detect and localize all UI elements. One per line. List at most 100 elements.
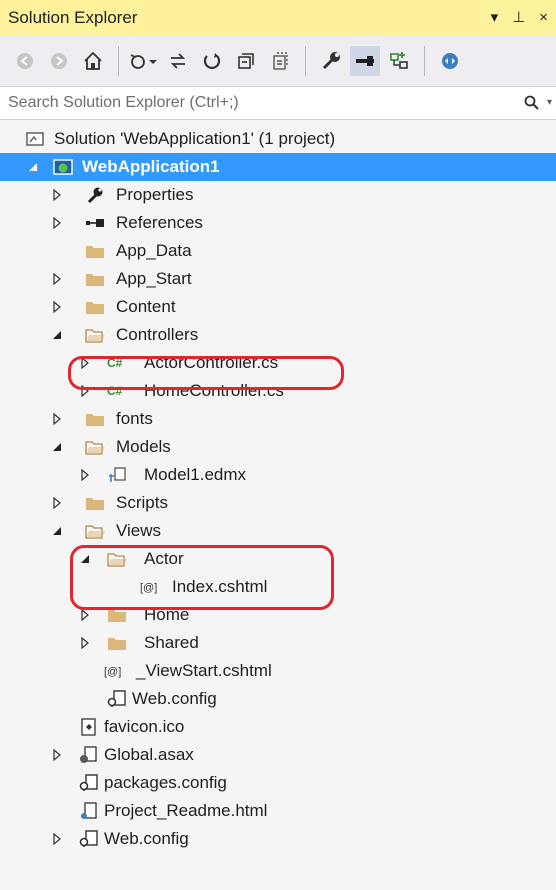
expand-arrow-icon[interactable] bbox=[78, 356, 92, 370]
tree-item-solution[interactable]: Solution 'WebApplication1' (1 project) bbox=[0, 125, 556, 153]
tree-item-label: App_Start bbox=[116, 269, 192, 288]
csharp-file-icon: C# bbox=[106, 381, 128, 401]
expand-arrow-icon[interactable] bbox=[78, 384, 92, 398]
tree-item-actor-controller[interactable]: C# ActorController.cs bbox=[0, 349, 556, 377]
tree-item-controllers[interactable]: Controllers bbox=[0, 321, 556, 349]
collapse-all-icon[interactable] bbox=[231, 46, 261, 76]
toolbar-separator bbox=[305, 46, 306, 76]
sync-icon[interactable] bbox=[163, 46, 193, 76]
tree-item-viewstart[interactable]: [@] _ViewStart.cshtml bbox=[0, 657, 556, 685]
collapse-arrow-icon[interactable] bbox=[50, 328, 64, 342]
tree-item-label: Actor bbox=[144, 549, 184, 568]
tree-item-label: Shared bbox=[144, 633, 199, 652]
collapse-arrow-icon[interactable] bbox=[50, 440, 64, 454]
expand-arrow-icon[interactable] bbox=[50, 300, 64, 314]
csharp-file-icon: C# bbox=[106, 353, 128, 373]
panel-title: Solution Explorer bbox=[8, 8, 138, 27]
tree-item-label: HomeController.cs bbox=[144, 381, 284, 400]
tree-item-label: Home bbox=[144, 605, 190, 624]
svg-text:[@]: [@] bbox=[140, 582, 157, 594]
config-file-icon bbox=[78, 829, 100, 849]
references-icon bbox=[84, 213, 106, 233]
folder-icon bbox=[106, 633, 128, 653]
tree-item-properties[interactable]: Properties bbox=[0, 181, 556, 209]
tree-item-label: Views bbox=[116, 521, 162, 540]
close-icon[interactable]: × bbox=[539, 8, 548, 28]
open-folder-icon bbox=[106, 549, 128, 569]
folder-icon bbox=[84, 493, 106, 513]
preview-icon[interactable] bbox=[350, 46, 380, 76]
tree-item-label: References bbox=[116, 213, 203, 232]
tree-item-label: Model1.edmx bbox=[144, 465, 247, 484]
tree-item-project[interactable]: WebApplication1 bbox=[0, 153, 556, 181]
tree-item-app-start[interactable]: App_Start bbox=[0, 265, 556, 293]
tree-item-home-controller[interactable]: C# HomeController.cs bbox=[0, 377, 556, 405]
expand-arrow-icon[interactable] bbox=[50, 272, 64, 286]
tree-item-actor-folder[interactable]: Actor bbox=[0, 545, 556, 573]
svg-text:C#: C# bbox=[107, 356, 123, 370]
tree-item-home-folder[interactable]: Home bbox=[0, 601, 556, 629]
back-icon[interactable] bbox=[10, 46, 40, 76]
toolbar-separator bbox=[118, 46, 119, 76]
forward-icon[interactable] bbox=[44, 46, 74, 76]
browser-link-icon[interactable] bbox=[435, 46, 465, 76]
tree-item-label: Models bbox=[116, 437, 171, 456]
expand-arrow-icon[interactable] bbox=[78, 636, 92, 650]
properties-icon[interactable] bbox=[316, 46, 346, 76]
search-input[interactable] bbox=[8, 94, 478, 112]
search-bar: ▾ bbox=[0, 86, 556, 120]
tree-item-web-config[interactable]: Web.config bbox=[0, 825, 556, 853]
tree-item-views[interactable]: Views bbox=[0, 517, 556, 545]
collapse-arrow-icon[interactable] bbox=[78, 552, 92, 566]
pin-icon[interactable]: ⊥ bbox=[512, 8, 525, 28]
expand-arrow-icon[interactable] bbox=[50, 496, 64, 510]
toolbar-separator bbox=[424, 46, 425, 76]
tree-item-label: Content bbox=[116, 297, 176, 316]
folder-icon bbox=[84, 241, 106, 261]
refresh-icon[interactable] bbox=[197, 46, 227, 76]
tree-item-index[interactable]: [@] Index.cshtml bbox=[0, 573, 556, 601]
folder-icon bbox=[84, 297, 106, 317]
expand-arrow-icon[interactable] bbox=[50, 216, 64, 230]
tree-item-label: Project_Readme.html bbox=[104, 801, 268, 820]
show-all-files-icon[interactable] bbox=[265, 46, 295, 76]
tree-item-content[interactable]: Content bbox=[0, 293, 556, 321]
expand-arrow-icon[interactable] bbox=[50, 412, 64, 426]
expand-arrow-icon[interactable] bbox=[50, 748, 64, 762]
tree-item-label: Web.config bbox=[132, 689, 217, 708]
pending-changes-icon[interactable] bbox=[129, 46, 159, 76]
expand-arrow-icon[interactable] bbox=[50, 188, 64, 202]
tree-item-views-web-config[interactable]: Web.config bbox=[0, 685, 556, 713]
config-file-icon bbox=[106, 689, 128, 709]
tree-item-label: packages.config bbox=[104, 773, 227, 792]
image-file-icon bbox=[78, 717, 100, 737]
tree-item-favicon[interactable]: favicon.ico bbox=[0, 713, 556, 741]
tree-item-packages[interactable]: packages.config bbox=[0, 769, 556, 797]
tree-item-app-data[interactable]: App_Data bbox=[0, 237, 556, 265]
tree-item-references[interactable]: References bbox=[0, 209, 556, 237]
tree-item-fonts[interactable]: fonts bbox=[0, 405, 556, 433]
tree-item-label: Properties bbox=[116, 185, 194, 204]
search-options-icon[interactable]: ▾ bbox=[547, 97, 552, 108]
tree-item-label: fonts bbox=[116, 409, 153, 428]
tree-item-models[interactable]: Models bbox=[0, 433, 556, 461]
folder-icon bbox=[84, 409, 106, 429]
tree-item-readme[interactable]: Project_Readme.html bbox=[0, 797, 556, 825]
class-view-icon[interactable] bbox=[384, 46, 414, 76]
tree-item-shared-folder[interactable]: Shared bbox=[0, 629, 556, 657]
search-icon[interactable] bbox=[524, 95, 540, 116]
asax-file-icon bbox=[78, 745, 100, 765]
expand-arrow-icon[interactable] bbox=[78, 608, 92, 622]
home-icon[interactable] bbox=[78, 46, 108, 76]
expand-arrow-icon[interactable] bbox=[78, 468, 92, 482]
expand-arrow-icon[interactable] bbox=[50, 832, 64, 846]
tree-item-scripts[interactable]: Scripts bbox=[0, 489, 556, 517]
config-file-icon bbox=[78, 773, 100, 793]
solution-tree: Solution 'WebApplication1' (1 project) W… bbox=[0, 120, 556, 890]
collapse-arrow-icon[interactable] bbox=[50, 524, 64, 538]
tree-item-model1[interactable]: Model1.edmx bbox=[0, 461, 556, 489]
dropdown-icon[interactable]: ▾ bbox=[491, 8, 499, 28]
collapse-arrow-icon[interactable] bbox=[26, 160, 40, 174]
razor-file-icon: [@] bbox=[140, 577, 162, 597]
tree-item-global[interactable]: Global.asax bbox=[0, 741, 556, 769]
